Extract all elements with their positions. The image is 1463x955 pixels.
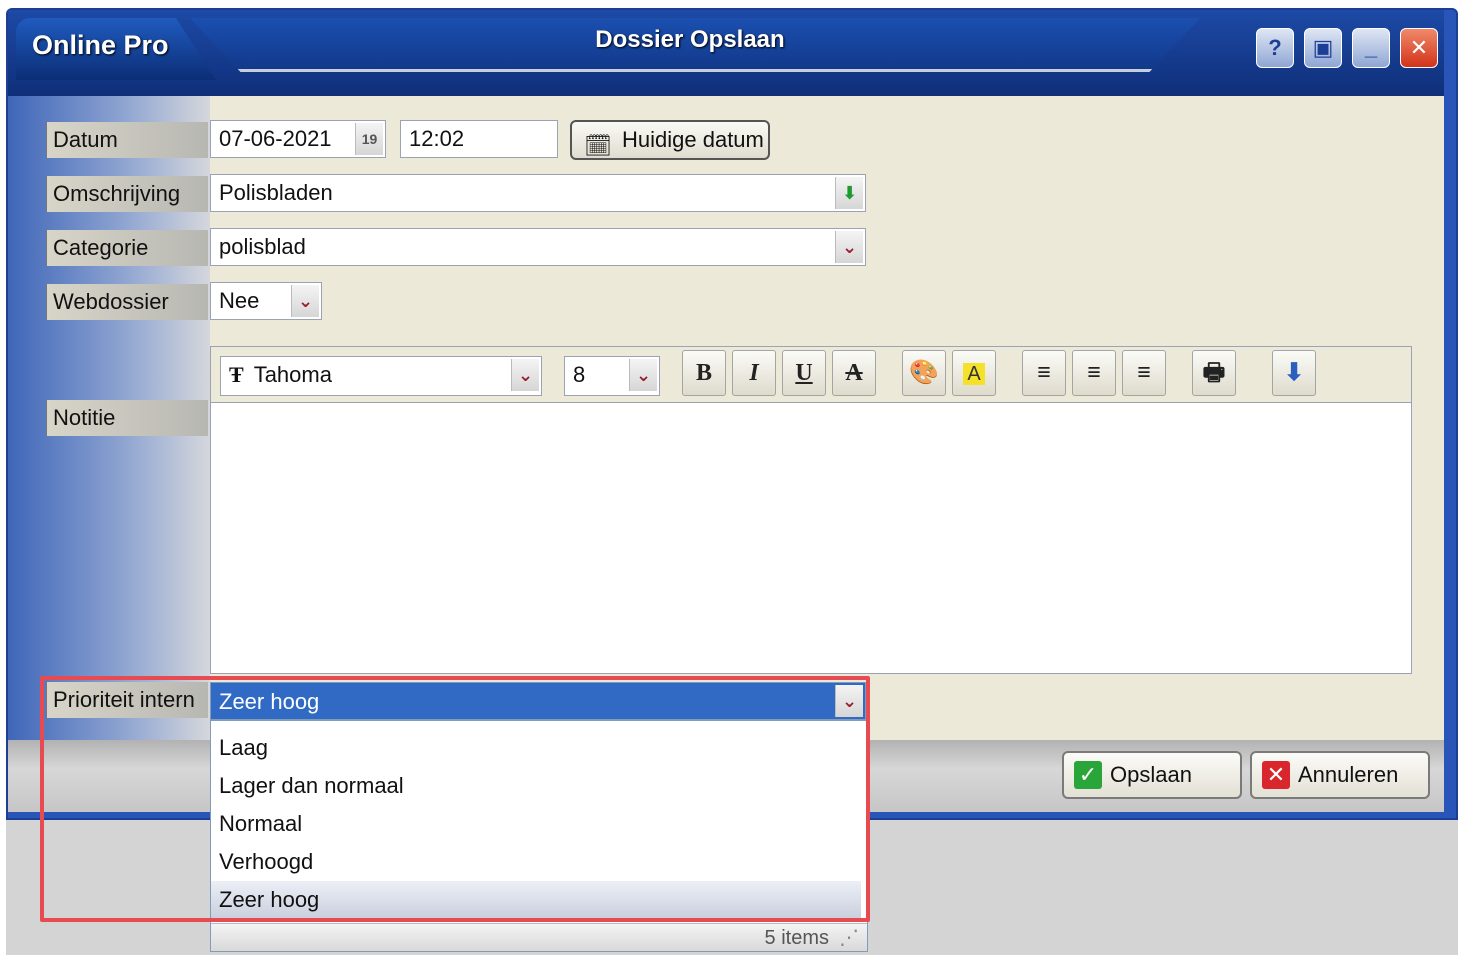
help-icon: ? — [1268, 35, 1282, 60]
huidige-datum-button[interactable]: 🗓 Huidige datum — [570, 120, 770, 160]
palette-icon: 🎨 — [909, 360, 939, 386]
save-label: Opslaan — [1110, 762, 1192, 787]
resize-grip-icon[interactable]: ⋰ — [839, 924, 859, 952]
font-icon: Ŧ — [229, 362, 244, 387]
notitie-editor[interactable] — [210, 402, 1412, 674]
arrow-down-icon[interactable]: ⬇ — [835, 177, 863, 209]
size-value: 8 — [573, 362, 586, 387]
huidige-datum-label: Huidige datum — [622, 127, 764, 152]
align-right-button[interactable]: ≡ — [1122, 350, 1166, 396]
align-center-button[interactable]: ≡ — [1072, 350, 1116, 396]
size-select[interactable]: 8 ⌄ — [564, 356, 660, 396]
minimize-button[interactable]: _ — [1352, 28, 1390, 68]
highlight-box — [40, 676, 870, 922]
label-omschrijving: Omschrijving — [46, 176, 208, 212]
time-field[interactable]: 12:02 — [400, 120, 558, 158]
font-value: Tahoma — [253, 362, 332, 387]
chevron-down-icon[interactable]: ⌄ — [629, 359, 657, 391]
align-left-button[interactable]: ≡ — [1022, 350, 1066, 396]
categorie-value: polisblad — [219, 234, 306, 259]
app-title: Online Pro — [32, 30, 169, 60]
bold-button[interactable]: B — [682, 350, 726, 396]
align-center-icon: ≡ — [1087, 360, 1101, 386]
omschrijving-combo[interactable]: Polisbladen ⬇ — [210, 174, 866, 212]
close-icon: ✕ — [1409, 35, 1429, 60]
label-notitie: Notitie — [46, 400, 208, 436]
minimize-icon: _ — [1364, 35, 1378, 60]
cancel-icon: ✕ — [1262, 761, 1290, 789]
categorie-combo[interactable]: polisblad ⌄ — [210, 228, 866, 266]
printer-icon: 🖶 — [1202, 360, 1226, 386]
label-datum: Datum — [46, 122, 208, 158]
highlight-button[interactable]: A — [952, 350, 996, 396]
label-categorie: Categorie — [46, 230, 208, 266]
omschrijving-value: Polisbladen — [219, 180, 333, 205]
save-button[interactable]: ✓ Opslaan — [1062, 751, 1242, 799]
italic-button[interactable]: I — [732, 350, 776, 396]
webdossier-combo[interactable]: Nee ⌄ — [210, 282, 322, 320]
chevron-down-icon[interactable]: ⌄ — [835, 231, 863, 263]
calendar-icon: 🗓 — [584, 133, 612, 158]
checkmark-icon: ✓ — [1074, 761, 1102, 789]
chevron-down-icon[interactable]: ⌄ — [291, 285, 319, 317]
help-button[interactable]: ? — [1256, 28, 1294, 68]
dialog-title: Dossier Opslaan — [595, 26, 785, 53]
align-right-icon: ≡ — [1137, 360, 1151, 386]
print-button[interactable]: 🖶 — [1192, 350, 1236, 396]
webdossier-value: Nee — [219, 288, 260, 313]
label-webdossier: Webdossier — [46, 284, 208, 320]
date-value: 07-06-2021 — [219, 126, 332, 151]
underline-button[interactable]: U — [782, 350, 826, 396]
color-palette-button[interactable]: 🎨 — [902, 350, 946, 396]
highlight-icon: A — [963, 363, 985, 385]
align-left-icon: ≡ — [1037, 360, 1051, 386]
insert-down-button[interactable]: ⬇ — [1272, 350, 1316, 396]
close-button[interactable]: ✕ — [1400, 28, 1438, 68]
restore-button[interactable]: ▣ — [1304, 28, 1342, 68]
dropdown-status-bar: 5 items ⋰ — [211, 923, 867, 951]
item-count: 5 items — [764, 927, 829, 949]
time-value: 12:02 — [409, 126, 465, 151]
date-field[interactable]: 07-06-2021 19 — [210, 120, 386, 158]
font-select[interactable]: Ŧ Tahoma ⌄ — [220, 356, 542, 396]
restore-icon: ▣ — [1312, 35, 1334, 60]
arrow-down-icon: ⬇ — [1283, 360, 1305, 386]
cancel-button[interactable]: ✕ Annuleren — [1250, 751, 1430, 799]
calendar-icon[interactable]: 19 — [355, 123, 383, 155]
cancel-label: Annuleren — [1298, 762, 1399, 787]
chevron-down-icon[interactable]: ⌄ — [511, 359, 539, 391]
strikethrough-button[interactable]: A — [832, 350, 876, 396]
